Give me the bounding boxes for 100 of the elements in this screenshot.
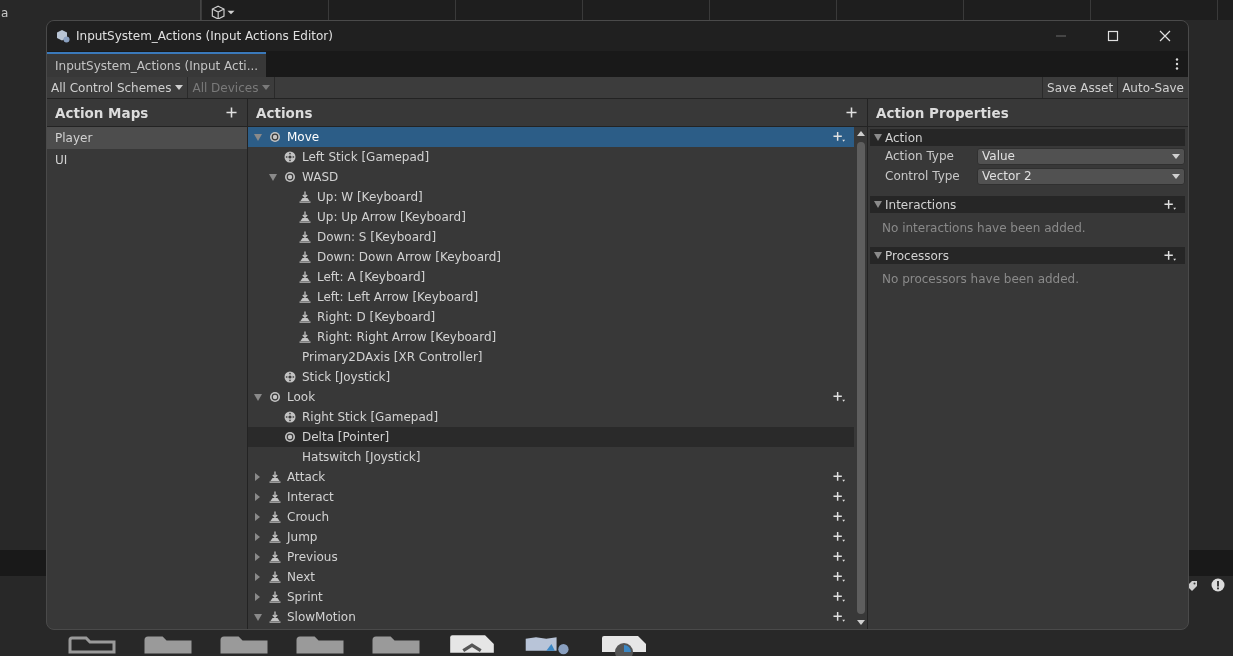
tree-row[interactable]: Down: Down Arrow [Keyboard]: [248, 247, 854, 267]
tree-item-label: Down: S [Keyboard]: [317, 230, 438, 244]
add-dropdown-icon[interactable]: [833, 551, 846, 563]
tree-row[interactable]: Right: D [Keyboard]: [248, 307, 854, 327]
button-press-icon: [269, 491, 281, 503]
button-press-icon: [299, 231, 311, 243]
button-press-icon: [269, 611, 281, 623]
tree-item-label: Primary2DAxis [XR Controller]: [302, 350, 484, 364]
add-dropdown-icon[interactable]: [1164, 249, 1177, 262]
tree-row[interactable]: Delta [Pointer]: [248, 427, 854, 447]
section-header[interactable]: Action: [870, 129, 1185, 146]
tree-row[interactable]: Stick [Joystick]: [248, 367, 854, 387]
caret-icon: [1172, 153, 1180, 159]
tree-item-label: Stick [Joystick]: [302, 370, 392, 384]
add-dropdown-icon[interactable]: [1164, 198, 1177, 211]
tree-row[interactable]: Up: W [Keyboard]: [248, 187, 854, 207]
add-icon[interactable]: [226, 107, 237, 118]
control-schemes-dropdown[interactable]: All Control Schemes: [47, 77, 189, 98]
tree-item-label: Up: Up Arrow [Keyboard]: [317, 210, 467, 224]
collapsed-arrow-icon[interactable]: [255, 573, 260, 581]
tree-row[interactable]: Down: S [Keyboard]: [248, 227, 854, 247]
add-icon[interactable]: [846, 107, 857, 118]
dpad-icon: [284, 411, 296, 423]
tree-row[interactable]: Right Stick [Gamepad]: [248, 407, 854, 427]
scroll-down-icon[interactable]: [856, 620, 865, 625]
action-map-item[interactable]: UI: [47, 149, 247, 171]
field-label: Control Type: [885, 169, 961, 183]
tree-item-label: SlowMotion: [287, 610, 357, 624]
tree-row[interactable]: Primary2DAxis [XR Controller]: [248, 347, 854, 367]
tree-item-label: Left: A [Keyboard]: [317, 270, 427, 284]
button-press-icon: [269, 571, 281, 583]
expanded-arrow-icon[interactable]: [254, 613, 262, 621]
add-dropdown-icon[interactable]: [833, 611, 846, 623]
more-options-icon[interactable]: [1175, 58, 1179, 70]
add-dropdown-icon[interactable]: [833, 531, 846, 543]
button-press-icon: [299, 251, 311, 263]
add-dropdown-icon[interactable]: [833, 511, 846, 523]
document-icon[interactable]: [448, 632, 496, 656]
tree-row[interactable]: Left: Left Arrow [Keyboard]: [248, 287, 854, 307]
section-header[interactable]: Interactions: [870, 196, 1185, 213]
close-icon[interactable]: [1159, 30, 1171, 42]
collapsed-arrow-icon[interactable]: [255, 593, 260, 601]
expanded-arrow-icon[interactable]: [874, 201, 882, 208]
tree-row[interactable]: SlowMotion: [248, 607, 854, 627]
tree-row[interactable]: Sprint: [248, 587, 854, 607]
button-press-icon: [269, 551, 281, 563]
collapsed-arrow-icon[interactable]: [255, 533, 260, 541]
tree-item-label: Right: Right Arrow [Keyboard]: [317, 330, 498, 344]
expanded-arrow-icon[interactable]: [874, 252, 882, 259]
caret-icon: [175, 85, 184, 90]
tree-item-label: Jump: [287, 530, 319, 544]
add-dropdown-icon[interactable]: [833, 391, 846, 403]
tree-row[interactable]: Right: Right Arrow [Keyboard]: [248, 327, 854, 347]
collapsed-arrow-icon[interactable]: [255, 493, 260, 501]
editor-tab[interactable]: InputSystem_Actions (Input Acti...: [47, 52, 267, 77]
collapsed-arrow-icon[interactable]: [255, 473, 260, 481]
panel-title: Actions: [256, 104, 313, 121]
tree-row[interactable]: Crouch: [248, 507, 854, 527]
add-dropdown-icon[interactable]: [833, 591, 846, 603]
caret-icon: [262, 85, 271, 90]
target-icon: [284, 171, 296, 183]
tree-row[interactable]: Look: [248, 387, 854, 407]
add-dropdown-icon[interactable]: [833, 471, 846, 483]
add-dropdown-icon[interactable]: [833, 571, 846, 583]
button-press-icon: [299, 271, 311, 283]
tree-row[interactable]: Jump: [248, 527, 854, 547]
maximize-icon[interactable]: [1107, 30, 1119, 42]
button-press-icon: [299, 331, 311, 343]
tree-row[interactable]: Hatswitch [Joystick]: [248, 447, 854, 467]
section-header[interactable]: Processors: [870, 247, 1185, 264]
field-label: Action Type: [885, 149, 955, 163]
tree-row[interactable]: Interact: [248, 487, 854, 507]
panel-title: Action Maps: [55, 104, 149, 121]
tree-row[interactable]: Move: [248, 127, 854, 147]
add-dropdown-icon[interactable]: [833, 491, 846, 503]
collapsed-arrow-icon[interactable]: [255, 553, 260, 561]
tree-row[interactable]: Left Stick [Gamepad]: [248, 147, 854, 167]
add-dropdown-icon[interactable]: [833, 131, 846, 143]
expanded-arrow-icon[interactable]: [269, 173, 277, 181]
tree-row[interactable]: Attack: [248, 467, 854, 487]
tree-row[interactable]: Left: A [Keyboard]: [248, 267, 854, 287]
tree-row[interactable]: Next: [248, 567, 854, 587]
tree-row[interactable]: Up: Up Arrow [Keyboard]: [248, 207, 854, 227]
button-press-icon: [299, 291, 311, 303]
tree-row[interactable]: WASD: [248, 167, 854, 187]
scroll-up-icon[interactable]: [856, 131, 865, 136]
dropdown-field[interactable]: Value: [977, 147, 1185, 165]
dropdown-field[interactable]: Vector 2: [977, 167, 1185, 185]
tree-item-label: Left Stick [Gamepad]: [302, 150, 431, 164]
warning-icon[interactable]: [1211, 578, 1225, 592]
tree-row[interactable]: Previous: [248, 547, 854, 567]
button-press-icon: [269, 591, 281, 603]
dpad-icon: [284, 371, 296, 383]
expanded-arrow-icon[interactable]: [874, 134, 882, 141]
tree-item-label: WASD: [302, 170, 340, 184]
collapsed-arrow-icon[interactable]: [255, 513, 260, 521]
background-text: a: [1, 6, 9, 20]
expanded-arrow-icon[interactable]: [254, 393, 262, 401]
window-title: InputSystem_Actions (Input Actions Editor): [76, 29, 333, 43]
action-map-item[interactable]: Player: [47, 127, 247, 149]
